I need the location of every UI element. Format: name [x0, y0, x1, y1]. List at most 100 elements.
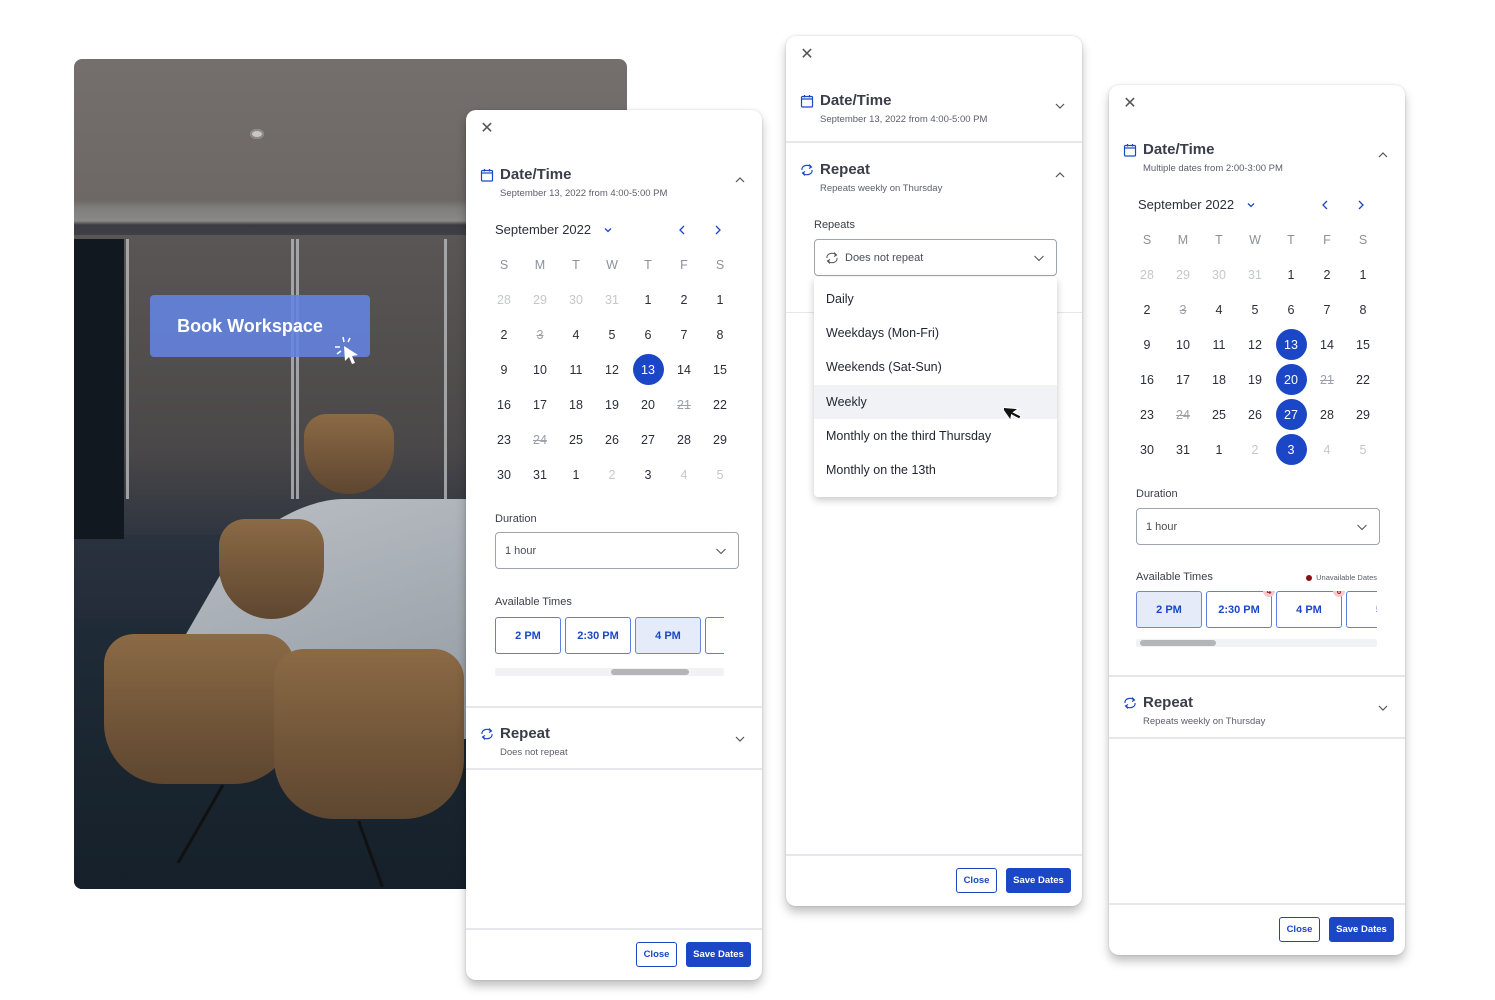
calendar-day[interactable]: 15	[702, 352, 738, 387]
repeat-section-header[interactable]: Repeat Repeats weekly on Thursday	[1109, 694, 1405, 727]
repeats-select[interactable]: Does not repeat	[814, 239, 1057, 276]
calendar-day[interactable]: 12	[594, 352, 630, 387]
calendar-day[interactable]: 2	[666, 282, 702, 317]
duration-select[interactable]: 1 hour	[495, 532, 739, 569]
calendar-day[interactable]: 27	[630, 422, 666, 457]
month-selector[interactable]: September 2022	[1138, 197, 1256, 212]
time-slot-button[interactable]: 5	[1346, 591, 1377, 628]
next-month-icon[interactable]	[712, 224, 724, 236]
scrollbar-thumb[interactable]	[610, 669, 689, 675]
datetime-section-header[interactable]: Date/Time September 13, 2022 from 4:00-5…	[466, 166, 762, 199]
calendar-day[interactable]: 28	[666, 422, 702, 457]
calendar-day[interactable]: 5	[1237, 292, 1273, 327]
close-icon[interactable]: ✕	[480, 121, 494, 137]
calendar-day-selected[interactable]: 3	[1273, 432, 1309, 467]
chevron-up-icon[interactable]	[1377, 149, 1389, 161]
repeat-option[interactable]: Weekends (Sat-Sun)	[814, 350, 1057, 384]
calendar-day-selected[interactable]: 27	[1273, 397, 1309, 432]
calendar-day[interactable]: 6	[1273, 292, 1309, 327]
scrollbar-thumb[interactable]	[1140, 640, 1216, 646]
previous-month-icon[interactable]	[1319, 199, 1331, 211]
calendar-day[interactable]: 1	[558, 457, 594, 492]
calendar-day[interactable]: 26	[594, 422, 630, 457]
save-dates-button[interactable]: Save Dates	[1329, 917, 1394, 942]
calendar-day[interactable]: 22	[1345, 362, 1381, 397]
time-slot-button[interactable]: 2:30 PM	[565, 617, 631, 654]
chevron-down-icon[interactable]	[1377, 702, 1389, 714]
save-dates-button[interactable]: Save Dates	[1006, 868, 1071, 893]
chevron-down-icon[interactable]	[734, 733, 746, 745]
calendar-day[interactable]: 1	[1273, 257, 1309, 292]
calendar-day[interactable]: 14	[1309, 327, 1345, 362]
time-slot-button[interactable]: 4 PM 6	[1276, 591, 1345, 628]
calendar-day[interactable]: 18	[1201, 362, 1237, 397]
close-button[interactable]: Close	[956, 868, 997, 893]
calendar-day[interactable]: 7	[666, 317, 702, 352]
duration-select[interactable]: 1 hour	[1136, 508, 1380, 545]
calendar-day[interactable]: 16	[1129, 362, 1165, 397]
next-month-icon[interactable]	[1355, 199, 1367, 211]
calendar-day-selected[interactable]: 13	[630, 352, 666, 387]
calendar-day[interactable]: 3	[630, 457, 666, 492]
calendar-day[interactable]: 20	[630, 387, 666, 422]
calendar-day[interactable]: 18	[558, 387, 594, 422]
calendar-day[interactable]: 25	[1201, 397, 1237, 432]
calendar-day[interactable]: 14	[666, 352, 702, 387]
calendar-day[interactable]: 1	[1201, 432, 1237, 467]
calendar-day[interactable]: 26	[1237, 397, 1273, 432]
close-icon[interactable]: ✕	[1123, 96, 1137, 112]
calendar-day[interactable]: 31	[1165, 432, 1201, 467]
calendar-day[interactable]: 30	[486, 457, 522, 492]
calendar-day[interactable]: 8	[702, 317, 738, 352]
calendar-day[interactable]: 8	[1345, 292, 1381, 327]
calendar-day[interactable]: 11	[558, 352, 594, 387]
time-slot-button[interactable]: 4 PM	[635, 617, 701, 654]
calendar-day[interactable]: 5	[594, 317, 630, 352]
time-slot-button[interactable]: 2 PM	[1136, 591, 1202, 628]
calendar-day-selected[interactable]: 13	[1273, 327, 1309, 362]
calendar-day[interactable]: 10	[522, 352, 558, 387]
time-scrollbar[interactable]	[1136, 639, 1377, 647]
calendar-day[interactable]: 23	[486, 422, 522, 457]
repeat-option[interactable]: Daily	[814, 282, 1057, 316]
calendar-day[interactable]: 17	[1165, 362, 1201, 397]
calendar-day[interactable]: 25	[558, 422, 594, 457]
month-selector[interactable]: September 2022	[495, 222, 613, 237]
calendar-day[interactable]: 29	[702, 422, 738, 457]
book-workspace-button[interactable]: Book Workspace	[150, 295, 370, 364]
calendar-day[interactable]: 1	[630, 282, 666, 317]
calendar-day[interactable]: 28	[1309, 397, 1345, 432]
calendar-day[interactable]: 11	[1201, 327, 1237, 362]
close-button[interactable]: Close	[636, 942, 677, 967]
repeat-option[interactable]: Weekdays (Mon-Fri)	[814, 316, 1057, 350]
calendar-day[interactable]: 2	[1309, 257, 1345, 292]
calendar-day[interactable]: 30	[1129, 432, 1165, 467]
calendar-day[interactable]: 23	[1129, 397, 1165, 432]
calendar-day[interactable]: 19	[594, 387, 630, 422]
calendar-day[interactable]: 12	[1237, 327, 1273, 362]
calendar-day[interactable]: 4	[558, 317, 594, 352]
repeat-option[interactable]: Monthly on the 13th	[814, 453, 1057, 487]
datetime-section-header[interactable]: Date/Time September 13, 2022 from 4:00-5…	[786, 92, 1082, 125]
calendar-day[interactable]: 2	[1129, 292, 1165, 327]
close-button[interactable]: Close	[1279, 917, 1320, 942]
chevron-down-icon[interactable]	[1054, 100, 1066, 112]
calendar-day[interactable]: 17	[522, 387, 558, 422]
save-dates-button[interactable]: Save Dates	[686, 942, 751, 967]
chevron-up-icon[interactable]	[1054, 169, 1066, 181]
time-slot-button[interactable]: 2 PM	[495, 617, 561, 654]
calendar-day[interactable]: 2	[486, 317, 522, 352]
calendar-day[interactable]: 4	[1201, 292, 1237, 327]
calendar-day[interactable]: 29	[1345, 397, 1381, 432]
chevron-up-icon[interactable]	[734, 174, 746, 186]
time-scrollbar[interactable]	[495, 668, 724, 676]
calendar-day[interactable]: 9	[1129, 327, 1165, 362]
calendar-day[interactable]: 19	[1237, 362, 1273, 397]
calendar-day[interactable]: 31	[522, 457, 558, 492]
time-slot-button[interactable]: 2:30 PM 4	[1206, 591, 1275, 628]
calendar-day[interactable]: 7	[1309, 292, 1345, 327]
datetime-section-header[interactable]: Date/Time Multiple dates from 2:00-3:00 …	[1109, 141, 1405, 174]
time-slot-button[interactable]	[705, 617, 724, 654]
calendar-day-selected[interactable]: 20	[1273, 362, 1309, 397]
calendar-day[interactable]: 16	[486, 387, 522, 422]
